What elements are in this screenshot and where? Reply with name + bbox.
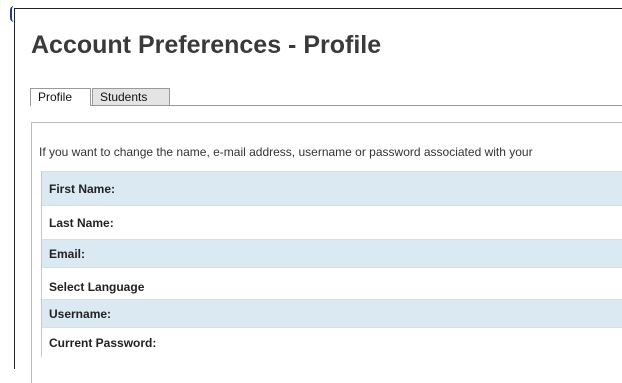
tab-students[interactable]: Students [92,88,170,105]
profile-panel: If you want to change the name, e-mail a… [31,122,622,383]
intro-text: If you want to change the name, e-mail a… [39,145,533,159]
page-frame: Account Preferences - Profile Profile St… [14,8,622,383]
field-username: Username: [42,299,622,327]
field-first-name: First Name: [42,171,622,205]
field-email: Email: [42,239,622,267]
tab-profile[interactable]: Profile [30,88,91,106]
profile-fields: First Name: Last Name: Email: Select Lan… [41,171,622,357]
tab-bar: Profile Students [30,79,622,106]
field-select-language: Select Language [42,267,622,299]
page-title: Account Preferences - Profile [31,31,382,59]
field-last-name: Last Name: [42,205,622,239]
field-current-password: Current Password: [42,327,622,357]
